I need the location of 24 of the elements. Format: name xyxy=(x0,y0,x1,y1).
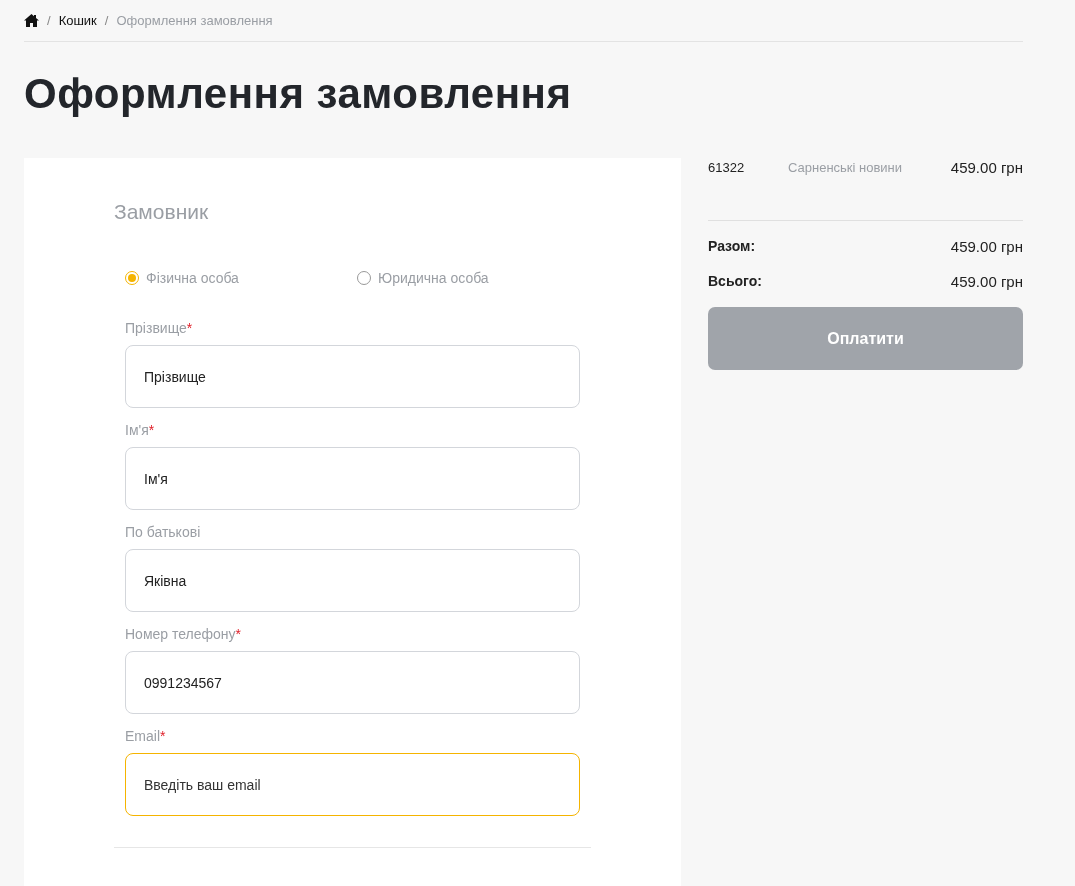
input-field[interactable]: Прізвище xyxy=(125,345,580,408)
item-code: 61322 xyxy=(708,159,746,175)
input-field[interactable]: Введіть ваш email xyxy=(125,753,580,816)
breadcrumb-separator: / xyxy=(47,13,51,28)
input-field[interactable]: 0991234567 xyxy=(125,651,580,714)
page-title: Оформлення замовлення xyxy=(24,70,573,118)
home-icon[interactable] xyxy=(24,14,39,27)
field-label: Ім'я* xyxy=(125,422,156,438)
field-label: Email* xyxy=(125,728,167,744)
breadcrumb-link[interactable]: Кошик xyxy=(58,13,97,28)
total-label: Разом: xyxy=(708,238,756,254)
total-value: 459.00 грн xyxy=(950,237,1023,255)
breadcrumb-separator: / xyxy=(104,13,109,28)
field-label: По батькові xyxy=(125,524,202,540)
breadcrumb-current: Оформлення замовлення xyxy=(116,13,273,28)
input-field[interactable]: Ім'я xyxy=(125,447,580,510)
item-name: Сарненські новини xyxy=(788,159,904,175)
field-label: Прізвище* xyxy=(125,320,194,336)
input-field[interactable]: Яківна xyxy=(125,549,580,612)
section-heading: Замовник xyxy=(114,200,210,224)
total-value: 459.00 грн xyxy=(950,272,1023,290)
total-label: Всього: xyxy=(708,273,762,289)
item-price: 459.00 грн xyxy=(950,158,1023,176)
field-label: Номер телефону* xyxy=(125,626,242,642)
